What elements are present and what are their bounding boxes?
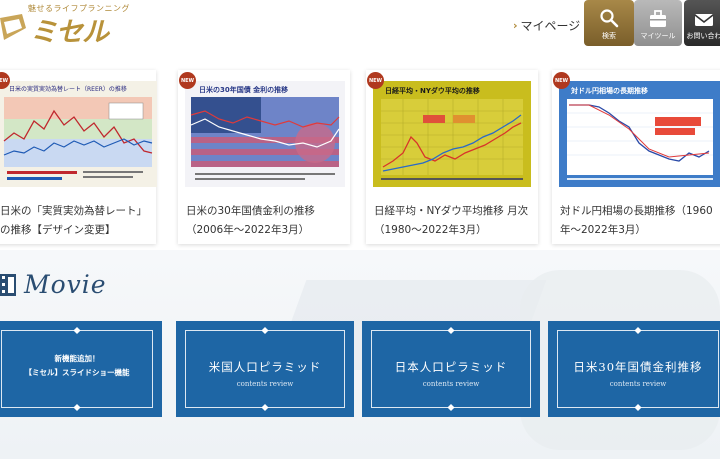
chart-heading: 日経平均・NYダウ平均の推移 — [385, 86, 480, 95]
search-button[interactable]: 検索 — [584, 0, 634, 46]
movie-tile[interactable]: 日米30年国債金利推移 contents review — [548, 321, 720, 417]
article-card[interactable]: NEW 日経平均・NYダウ平均の推移 日経平均・NYダウ平均推移 月次（1980… — [366, 70, 538, 244]
mytool-button[interactable]: マイツール — [634, 0, 682, 46]
article-thumbnail: 日経平均・NYダウ平均の推移 — [373, 81, 531, 187]
tile-title: 日米30年国債金利推移 — [573, 360, 703, 374]
movie-tiles: 新機能追加！ 【ミセル】スライドショー機能 米国人口ピラミッド contents… — [0, 321, 720, 417]
tile-subtitle: contents review — [422, 380, 480, 388]
chart-heading: 対ドル円相場の長期推移 — [570, 86, 648, 95]
contact-button-label: お問い合わ — [686, 32, 720, 40]
article-card[interactable]: NEW 対ドル円相場の長期推移 対ドル円相場の長期推移（1960年～2022年3… — [552, 70, 720, 244]
movie-tile[interactable]: 米国人口ピラミッド contents review — [176, 321, 354, 417]
site-logo[interactable]: ミセル — [30, 10, 109, 49]
article-title[interactable]: 対ドル円相場の長期推移（1960年～2022年3月） — [560, 202, 716, 240]
toolbox-icon — [650, 10, 666, 27]
search-button-label: 検索 — [602, 32, 616, 40]
article-title[interactable]: 日米の30年国債金利の推移（2006年～2022年3月） — [186, 202, 342, 240]
logo-mark-icon — [0, 14, 26, 40]
article-title[interactable]: 日米の「実質実効為替レート」の推移【デザイン変更】 — [0, 202, 156, 240]
site-header: 魅せるライフプランニング ミセル › マイページ 検索 マイツール お問い合わ — [0, 0, 720, 49]
article-thumbnail: 日米の実質実効為替レート（REER）の推移 — [0, 81, 157, 187]
article-thumbnail: 日米の30年国債 金利の推移 — [185, 81, 345, 187]
new-badge: NEW — [179, 72, 196, 89]
tile-title-line1: 新機能追加！ — [54, 354, 100, 363]
search-icon — [600, 9, 619, 28]
chevron-right-icon: › — [513, 19, 518, 32]
tile-title: 日本人口ピラミッド — [394, 360, 508, 374]
tile-subtitle: contents review — [236, 380, 294, 388]
tile-title: 米国人口ピラミッド — [208, 360, 322, 374]
contact-button[interactable]: お問い合わ — [684, 0, 720, 46]
mail-icon — [694, 14, 714, 26]
mypage-link[interactable]: › マイページ — [513, 17, 580, 34]
article-cards: NEW 日米の実質実効為替レート（REER）の推移 日米の「実質実効為替レート」… — [0, 70, 720, 246]
movie-tile[interactable]: 日本人口ピラミッド contents review — [362, 321, 540, 417]
new-badge: NEW — [367, 72, 384, 89]
tile-title-line2: 【ミセル】スライドショー機能 — [24, 368, 130, 377]
tile-subtitle: contents review — [609, 380, 667, 388]
mypage-label: マイページ — [520, 19, 581, 33]
article-thumbnail: 対ドル円相場の長期推移 — [559, 81, 720, 187]
movie-tile[interactable]: 新機能追加！ 【ミセル】スライドショー機能 — [0, 321, 162, 417]
movie-heading-text: Movie — [24, 270, 107, 299]
chart-heading: 日米の実質実効為替レート（REER）の推移 — [9, 85, 127, 93]
film-strip-icon — [0, 273, 16, 296]
article-card[interactable]: NEW 日米の30年国債 金利の推移 日米の30年国債金利の推移（2006年～2… — [178, 70, 350, 244]
new-badge: NEW — [553, 72, 570, 89]
chart-heading: 日米の30年国債 金利の推移 — [199, 85, 288, 94]
article-title[interactable]: 日経平均・NYダウ平均推移 月次（1980～2022年3月） — [374, 202, 530, 240]
article-card[interactable]: NEW 日米の実質実効為替レート（REER）の推移 日米の「実質実効為替レート」… — [0, 70, 157, 244]
movie-heading: Movie — [0, 270, 107, 299]
mytool-button-label: マイツール — [640, 32, 676, 40]
